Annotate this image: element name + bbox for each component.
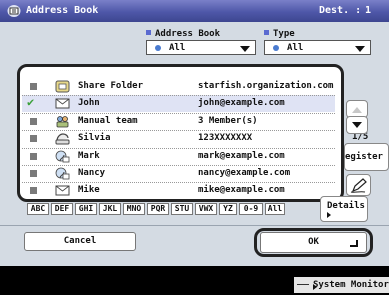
chevron-right-icon — [327, 212, 331, 218]
index-tab[interactable]: STU — [171, 203, 193, 215]
checkbox-icon[interactable] — [30, 152, 37, 160]
cancel-button[interactable]: Cancel — [24, 232, 136, 251]
index-tab[interactable]: MNO — [123, 203, 145, 215]
entry-name: Manual team — [78, 115, 138, 126]
address-book-filter-label: Address Book — [146, 29, 220, 39]
destination-label: Dest. : — [319, 5, 362, 16]
entry-address: john@example.com — [198, 98, 285, 109]
folder-icon — [55, 80, 70, 93]
window-title: Address Book — [26, 5, 99, 16]
ok-button-label: OK — [308, 237, 319, 247]
destination-count: 1 — [365, 5, 372, 16]
checkbox-icon[interactable] — [30, 170, 37, 177]
ifax-icon — [55, 167, 70, 180]
index-tab[interactable]: 0-9 — [239, 203, 263, 215]
entry-address: 3 Member(s) — [198, 115, 258, 126]
list-item[interactable]: Nancy nancy@example.com — [22, 165, 335, 182]
index-tab[interactable]: VWX — [195, 203, 217, 215]
list-item[interactable]: Mark mark@example.com — [22, 148, 335, 165]
entry-name: Share Folder — [78, 81, 144, 91]
checkbox-icon[interactable] — [30, 187, 37, 195]
register-button[interactable]: egister — [344, 143, 389, 171]
checkbox-icon[interactable] — [30, 135, 37, 143]
row-separator — [22, 182, 335, 184]
chevron-down-icon — [355, 46, 365, 52]
system-monitor-label: System Monitor — [313, 280, 389, 290]
details-button-label: Details — [327, 201, 365, 211]
entry-name: Mark — [78, 150, 100, 161]
chevron-right-icon — [313, 284, 317, 290]
list-item[interactable]: Mike mike@example.com — [22, 182, 335, 199]
address-book-icon — [7, 5, 21, 17]
index-tab[interactable]: JKL — [99, 203, 121, 215]
email-icon — [55, 184, 70, 197]
row-separator — [22, 95, 335, 97]
ifax-icon — [55, 150, 70, 163]
entry-address: mark@example.com — [198, 150, 285, 161]
edit-button[interactable] — [346, 174, 371, 196]
list-item[interactable]: Share Folder starfish.organization.com — [22, 78, 335, 95]
type-dropdown[interactable]: All — [264, 40, 371, 55]
row-separator — [22, 130, 335, 132]
bullet-square-icon — [264, 30, 269, 35]
checkbox-icon[interactable] — [30, 83, 37, 90]
group-icon — [55, 115, 70, 128]
index-tab[interactable]: DEF — [51, 203, 73, 215]
register-button-label: egister — [345, 152, 383, 162]
address-book-screen: Address Book Dest. : 1 Address Book All … — [0, 0, 389, 295]
address-book-dropdown[interactable]: All — [146, 40, 256, 55]
index-tab[interactable]: YZ — [219, 203, 237, 215]
entry-name: Mike — [78, 185, 100, 196]
entry-name: Silvia — [78, 133, 111, 144]
arrow-down-icon — [352, 122, 362, 128]
index-tab[interactable]: GHI — [75, 203, 97, 215]
scroll-down-button[interactable] — [346, 116, 368, 134]
address-book-dropdown-value: All — [169, 43, 186, 53]
line-icon — [297, 284, 309, 285]
type-filter-label: Type — [264, 29, 295, 39]
checkmark-icon[interactable]: ✔ — [27, 95, 34, 109]
radio-dot-icon — [155, 45, 161, 51]
divider — [0, 225, 389, 226]
title-bar: Address Book Dest. : 1 — [0, 0, 389, 22]
row-separator — [22, 147, 335, 149]
entry-address: mike@example.com — [198, 185, 285, 196]
entry-address: nancy@example.com — [198, 168, 291, 178]
entry-name: John — [78, 98, 100, 109]
entry-address: 123XXXXXXX — [198, 133, 253, 144]
list-item[interactable]: ✔ John john@example.com — [22, 95, 335, 113]
type-dropdown-value: All — [287, 43, 304, 53]
list-item[interactable]: Manual team 3 Member(s) — [22, 113, 335, 130]
index-tab[interactable]: All — [265, 203, 285, 215]
row-separator — [22, 165, 335, 166]
bullet-square-icon — [146, 30, 151, 35]
arrow-up-icon — [352, 107, 362, 113]
checkbox-icon[interactable] — [30, 117, 37, 125]
index-tab[interactable]: PQR — [147, 203, 169, 215]
pencil-icon — [350, 178, 367, 193]
fax-icon — [55, 132, 70, 145]
return-arrow-icon — [350, 240, 358, 247]
entry-address: starfish.organization.com — [198, 81, 334, 91]
list-item[interactable]: Silvia 123XXXXXXX — [22, 130, 335, 147]
radio-dot-icon — [273, 45, 279, 51]
chevron-down-icon — [240, 46, 250, 52]
entry-name: Nancy — [78, 168, 106, 178]
ok-button[interactable]: OK — [260, 232, 367, 253]
row-separator — [22, 112, 335, 114]
details-button[interactable]: Details — [320, 196, 368, 222]
system-monitor-button[interactable]: System Monitor — [294, 277, 389, 293]
index-tab[interactable]: ABC — [27, 203, 49, 215]
email-icon — [55, 97, 70, 110]
